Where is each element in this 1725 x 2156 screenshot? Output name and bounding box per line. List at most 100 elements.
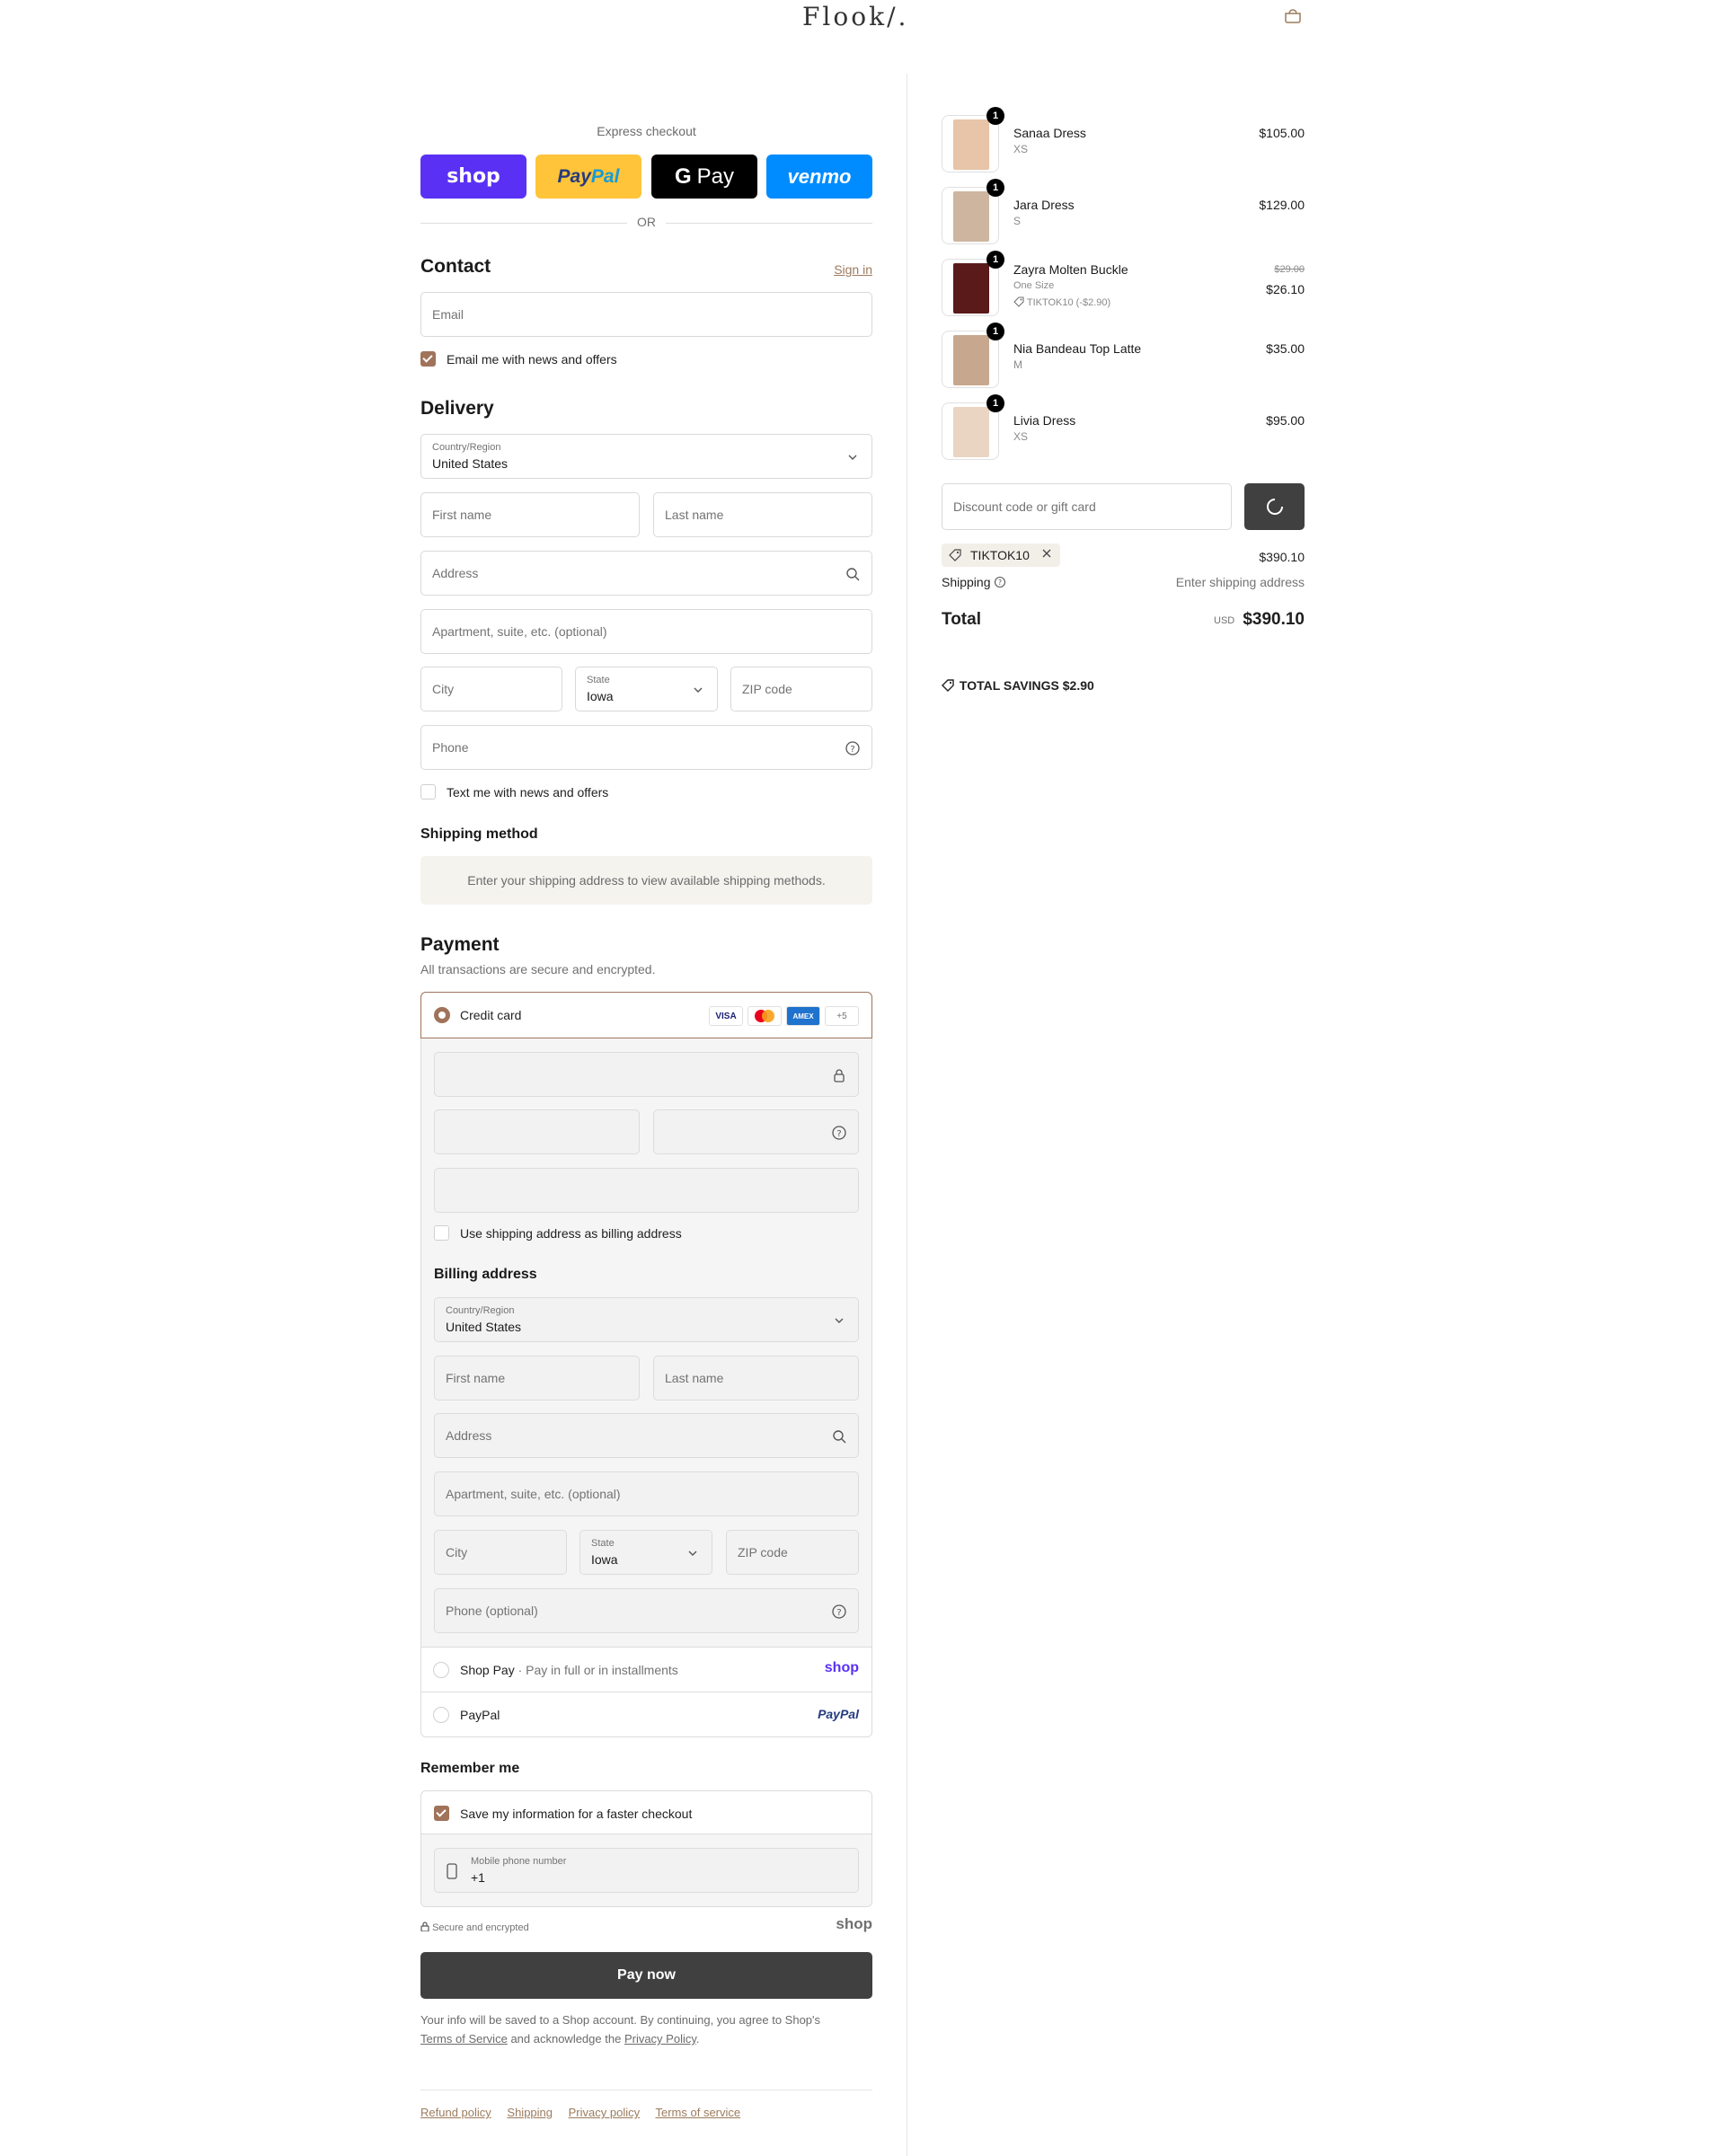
city-field[interactable]: City <box>420 667 562 711</box>
shipping-link[interactable]: Shipping <box>507 2106 553 2119</box>
paypal-option[interactable]: PayPal PayPal <box>421 1692 871 1736</box>
billing-first-name-field[interactable]: First name <box>434 1356 640 1401</box>
quantity-badge: 1 <box>986 179 1004 197</box>
shop-pay-radio[interactable] <box>433 1662 449 1678</box>
header: Flook/. <box>0 0 1725 40</box>
product-image <box>953 335 989 385</box>
billing-country-select[interactable]: Country/Region United States <box>434 1297 859 1342</box>
billing-address-field[interactable]: Address <box>434 1413 859 1458</box>
text-news-checkbox[interactable] <box>420 784 436 800</box>
bag-icon[interactable] <box>1283 9 1303 23</box>
billing-apartment-field[interactable]: Apartment, suite, etc. (optional) <box>434 1471 859 1516</box>
apartment-field[interactable]: Apartment, suite, etc. (optional) <box>420 609 872 654</box>
contact-title: Contact <box>420 256 491 277</box>
billing-country-label: Country/Region <box>446 1305 515 1316</box>
country-select[interactable]: Country/Region United States <box>420 434 872 479</box>
help-icon[interactable]: ? <box>994 575 1006 589</box>
discount-code-field[interactable]: Discount code or gift card <box>942 483 1232 530</box>
country-value: United States <box>432 456 509 471</box>
state-value: Iowa <box>587 689 614 703</box>
shipping-row: Shipping ? <box>942 575 1006 589</box>
google-pay-button[interactable]: G Pay <box>651 155 757 199</box>
billing-zip-placeholder: ZIP code <box>738 1545 788 1560</box>
billing-last-name-placeholder: Last name <box>665 1371 724 1385</box>
email-news-checkbox[interactable] <box>420 351 436 367</box>
mobile-phone-field[interactable]: Mobile phone number +1 <box>434 1848 859 1893</box>
product-price: $95.00 <box>1266 413 1305 428</box>
mobile-phone-value: +1 <box>471 1870 485 1885</box>
credit-card-radio[interactable] <box>434 1007 450 1023</box>
product-name: Nia Bandeau Top Latte <box>1013 341 1142 356</box>
name-on-card-field[interactable] <box>434 1168 859 1213</box>
cart-item: 1 Sanaa Dress XS $105.00 <box>942 107 1305 178</box>
zip-field[interactable]: ZIP code <box>730 667 872 711</box>
shop-pay-button[interactable]: shop <box>420 155 526 199</box>
svg-text:?: ? <box>850 745 854 755</box>
state-select[interactable]: State Iowa <box>575 667 718 711</box>
remember-me-title: Remember me <box>420 1761 520 1776</box>
google-g-icon: G <box>674 163 692 189</box>
country-label: Country/Region <box>432 442 501 453</box>
billing-city-field[interactable]: City <box>434 1530 567 1575</box>
address-field[interactable]: Address <box>420 551 872 596</box>
product-image <box>953 119 989 170</box>
store-logo[interactable]: Flook/. <box>802 2 908 31</box>
mobile-phone-icon <box>446 1862 458 1883</box>
quantity-badge: 1 <box>986 107 1004 125</box>
phone-field[interactable]: Phone ? <box>420 725 872 770</box>
last-name-placeholder: Last name <box>665 508 724 522</box>
help-icon[interactable]: ? <box>845 740 861 756</box>
email-field[interactable]: Email <box>420 292 872 337</box>
apply-discount-button[interactable] <box>1244 483 1305 530</box>
pay-now-button[interactable]: Pay now <box>420 1952 872 1999</box>
cart-item: 1 Livia Dress XS $95.00 <box>942 394 1305 465</box>
first-name-field[interactable]: First name <box>420 492 640 537</box>
refund-policy-link[interactable]: Refund policy <box>420 2106 491 2119</box>
lock-icon <box>420 1922 429 1933</box>
shop-pay-sublabel: Pay in full or in installments <box>526 1663 678 1677</box>
help-icon[interactable]: ? <box>831 1604 847 1620</box>
billing-phone-placeholder: Phone (optional) <box>446 1604 538 1618</box>
paypal-button[interactable]: Pay Pal <box>535 155 641 199</box>
search-icon <box>831 1428 847 1445</box>
expiry-field[interactable] <box>434 1109 640 1154</box>
security-code-field[interactable]: ? <box>653 1109 859 1154</box>
product-variant: M <box>1013 358 1022 371</box>
chevron-down-icon <box>831 1312 847 1329</box>
tag-icon <box>942 678 956 693</box>
product-discount-code: TIKTOK10 (-$2.90) <box>1026 297 1111 308</box>
billing-zip-field[interactable]: ZIP code <box>726 1530 859 1575</box>
quantity-badge: 1 <box>986 323 1004 340</box>
terms-of-service-footer-link[interactable]: Terms of service <box>656 2106 741 2119</box>
billing-address-title: Billing address <box>434 1267 537 1282</box>
venmo-button[interactable]: venmo <box>766 155 872 199</box>
footer-links: Refund policy Shipping Privacy policy Te… <box>420 2106 753 2119</box>
billing-phone-field[interactable]: Phone (optional) ? <box>434 1588 859 1633</box>
paypal-radio[interactable] <box>433 1707 449 1723</box>
svg-text:?: ? <box>998 579 1002 587</box>
product-variant: S <box>1013 215 1022 227</box>
sign-in-link[interactable]: Sign in <box>834 262 872 277</box>
svg-text:?: ? <box>836 1129 841 1139</box>
subtotal-value: $390.10 <box>1259 550 1305 564</box>
billing-state-select[interactable]: State Iowa <box>579 1530 712 1575</box>
privacy-policy-footer-link[interactable]: Privacy policy <box>569 2106 640 2119</box>
card-number-field[interactable] <box>434 1052 859 1097</box>
phone-placeholder: Phone <box>432 740 469 755</box>
save-info-checkbox[interactable] <box>434 1806 449 1821</box>
billing-last-name-field[interactable]: Last name <box>653 1356 859 1401</box>
last-name-field[interactable]: Last name <box>653 492 872 537</box>
paypal-logo: PayPal <box>818 1707 859 1721</box>
use-shipping-checkbox[interactable] <box>434 1225 449 1241</box>
mastercard-icon <box>748 1006 782 1026</box>
gpay-label: Pay <box>696 163 735 189</box>
shipping-method-title: Shipping method <box>420 826 538 842</box>
product-name: Livia Dress <box>1013 413 1076 428</box>
remove-discount-icon[interactable] <box>1040 547 1053 562</box>
help-icon[interactable]: ? <box>831 1125 847 1141</box>
legal-text: Your info will be saved to a Shop accoun… <box>420 2010 872 2048</box>
terms-of-service-link[interactable]: Terms of Service <box>420 2032 508 2046</box>
shop-pay-option[interactable]: Shop Pay · Pay in full or in installment… <box>421 1647 871 1692</box>
product-image <box>953 263 989 314</box>
privacy-policy-link[interactable]: Privacy Policy <box>624 2032 696 2046</box>
